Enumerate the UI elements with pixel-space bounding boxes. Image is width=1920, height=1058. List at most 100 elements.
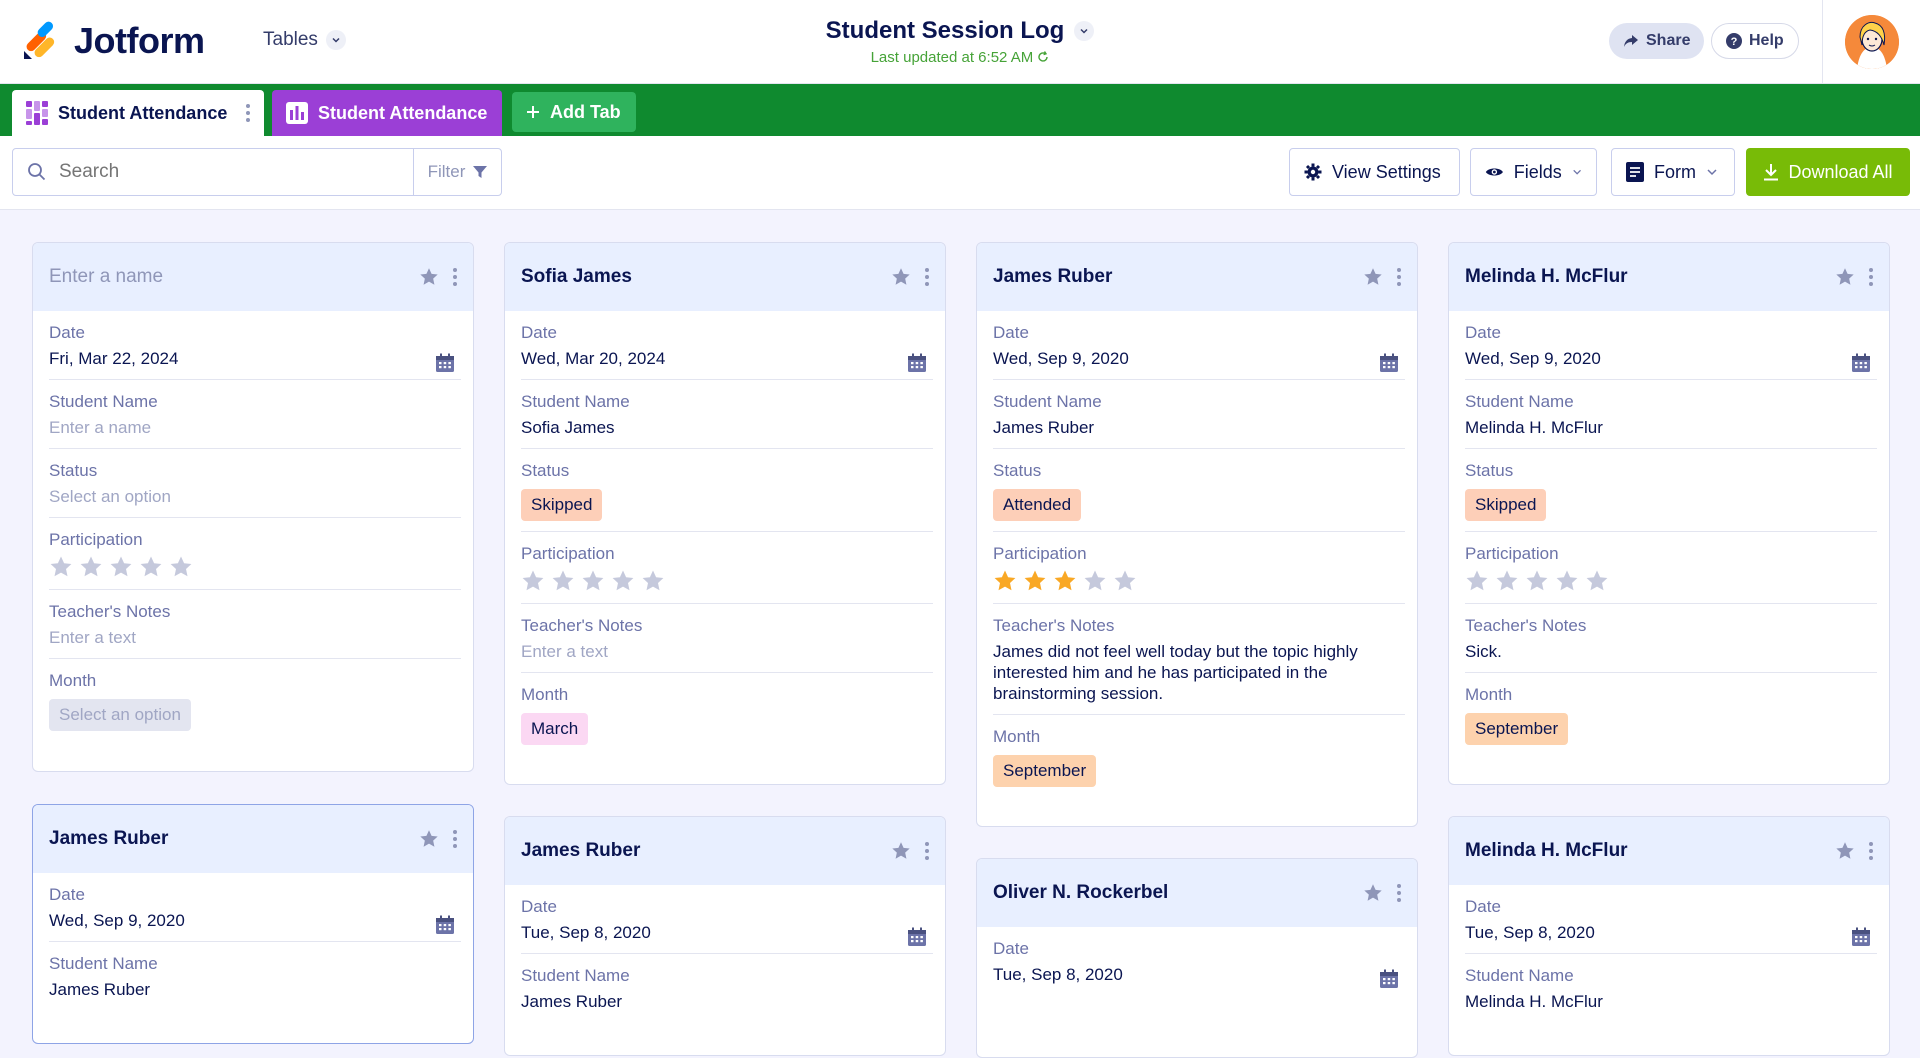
student-name-field[interactable]: Student Name Melinda H. McFlur <box>1465 380 1877 449</box>
calendar-icon[interactable] <box>435 915 455 935</box>
status-badge[interactable]: Attended <box>993 489 1082 521</box>
card-menu-icon[interactable] <box>453 830 457 848</box>
month-field[interactable]: Month September <box>1465 673 1877 755</box>
star-icon[interactable] <box>891 267 911 287</box>
form-button[interactable]: Form <box>1611 148 1735 196</box>
date-field[interactable]: Date Wed, Mar 20, 2024 <box>521 311 933 380</box>
calendar-icon[interactable] <box>907 353 927 373</box>
notes-field[interactable]: Teacher's Notes James did not feel well … <box>993 604 1405 715</box>
student-name-field[interactable]: Student Name James Ruber <box>521 954 933 1022</box>
star-filled-icon[interactable] <box>1053 569 1077 593</box>
star-empty-icon[interactable] <box>1525 569 1549 593</box>
status-field[interactable]: Status Skipped <box>521 449 933 532</box>
table-title-dropdown[interactable]: Student Session Log <box>826 17 1095 45</box>
card-title-placeholder[interactable]: Enter a name <box>49 266 419 288</box>
star-empty-icon[interactable] <box>109 555 133 579</box>
star-empty-icon[interactable] <box>1083 569 1107 593</box>
card-menu-icon[interactable] <box>1869 268 1873 286</box>
star-icon[interactable] <box>419 829 439 849</box>
card-menu-icon[interactable] <box>925 842 929 860</box>
star-empty-icon[interactable] <box>581 569 605 593</box>
star-empty-icon[interactable] <box>641 569 665 593</box>
record-card[interactable]: Melinda H. McFlur Date Wed, Sep 9, 2020 … <box>1448 242 1890 785</box>
student-name-field[interactable]: Student Name James Ruber <box>993 380 1405 449</box>
rating-stars[interactable] <box>1465 569 1877 593</box>
card-menu-icon[interactable] <box>1869 842 1873 860</box>
jotform-logo[interactable]: Jotform <box>22 20 205 62</box>
month-badge[interactable]: March <box>521 713 589 745</box>
status-field[interactable]: Status Skipped <box>1465 449 1877 532</box>
calendar-icon[interactable] <box>435 353 455 373</box>
notes-field[interactable]: Teacher's Notes Sick. <box>1465 604 1877 673</box>
card-title[interactable]: Melinda H. McFlur <box>1465 266 1835 288</box>
star-empty-icon[interactable] <box>611 569 635 593</box>
star-filled-icon[interactable] <box>1023 569 1047 593</box>
card-title[interactable]: Oliver N. Rockerbel <box>993 882 1363 904</box>
student-name-field[interactable]: Student Name Enter a name <box>49 380 461 449</box>
search-input[interactable] <box>47 161 413 183</box>
date-field[interactable]: Date Tue, Sep 8, 2020 <box>521 885 933 954</box>
month-field[interactable]: Month September <box>993 715 1405 797</box>
calendar-icon[interactable] <box>1379 353 1399 373</box>
star-icon[interactable] <box>1363 883 1383 903</box>
calendar-icon[interactable] <box>1851 927 1871 947</box>
month-badge[interactable]: September <box>1465 713 1569 745</box>
status-badge[interactable]: Skipped <box>1465 489 1547 521</box>
date-field[interactable]: Date Tue, Sep 8, 2020 <box>993 927 1405 995</box>
notes-field[interactable]: Teacher's Notes Enter a text <box>521 604 933 673</box>
star-empty-icon[interactable] <box>521 569 545 593</box>
date-field[interactable]: Date Fri, Mar 22, 2024 <box>49 311 461 380</box>
student-name-field[interactable]: Student Name James Ruber <box>49 942 461 1010</box>
tables-dropdown[interactable]: Tables <box>263 29 346 51</box>
star-icon[interactable] <box>1835 267 1855 287</box>
rating-stars[interactable] <box>521 569 933 593</box>
star-empty-icon[interactable] <box>1585 569 1609 593</box>
status-field[interactable]: Status Select an option <box>49 449 461 518</box>
record-card[interactable]: Sofia James Date Wed, Mar 20, 2024 Stude… <box>504 242 946 785</box>
card-title[interactable]: James Ruber <box>521 840 891 862</box>
star-empty-icon[interactable] <box>1555 569 1579 593</box>
tab-student-attendance-cards[interactable]: Student Attendance <box>12 90 264 136</box>
record-card[interactable]: James Ruber Date Wed, Sep 9, 2020 Studen… <box>976 242 1418 827</box>
star-empty-icon[interactable] <box>169 555 193 579</box>
card-menu-icon[interactable] <box>453 268 457 286</box>
date-field[interactable]: Date Tue, Sep 8, 2020 <box>1465 885 1877 954</box>
month-field[interactable]: Month March <box>521 673 933 755</box>
tab-menu-icon[interactable] <box>246 104 250 122</box>
star-empty-icon[interactable] <box>1113 569 1137 593</box>
calendar-icon[interactable] <box>1851 353 1871 373</box>
card-title[interactable]: James Ruber <box>993 266 1363 288</box>
star-icon[interactable] <box>1835 841 1855 861</box>
star-empty-icon[interactable] <box>139 555 163 579</box>
date-field[interactable]: Date Wed, Sep 9, 2020 <box>993 311 1405 380</box>
calendar-icon[interactable] <box>1379 969 1399 989</box>
share-button[interactable]: Share <box>1609 23 1705 59</box>
card-title[interactable]: Sofia James <box>521 266 891 288</box>
date-field[interactable]: Date Wed, Sep 9, 2020 <box>49 873 461 942</box>
month-badge[interactable]: September <box>993 755 1097 787</box>
status-field[interactable]: Status Attended <box>993 449 1405 532</box>
notes-field[interactable]: Teacher's Notes Enter a text <box>49 590 461 659</box>
record-card[interactable]: Oliver N. Rockerbel Date Tue, Sep 8, 202… <box>976 858 1418 1058</box>
card-menu-icon[interactable] <box>925 268 929 286</box>
rating-stars[interactable] <box>49 555 461 579</box>
record-card[interactable]: James Ruber Date Tue, Sep 8, 2020 Studen… <box>504 816 946 1056</box>
star-empty-icon[interactable] <box>551 569 575 593</box>
star-icon[interactable] <box>419 267 439 287</box>
card-menu-icon[interactable] <box>1397 268 1401 286</box>
star-empty-icon[interactable] <box>1495 569 1519 593</box>
calendar-icon[interactable] <box>907 927 927 947</box>
refresh-icon[interactable] <box>1037 51 1049 63</box>
record-card[interactable]: Enter a name Date Fri, Mar 22, 2024 Stud… <box>32 242 474 772</box>
star-empty-icon[interactable] <box>49 555 73 579</box>
rating-stars[interactable] <box>993 569 1405 593</box>
user-avatar[interactable] <box>1845 15 1899 69</box>
fields-button[interactable]: Fields <box>1470 148 1597 196</box>
card-menu-icon[interactable] <box>1397 884 1401 902</box>
help-button[interactable]: ? Help <box>1711 23 1799 59</box>
month-field[interactable]: Month Select an option <box>49 659 461 741</box>
star-filled-icon[interactable] <box>993 569 1017 593</box>
student-name-field[interactable]: Student Name Melinda H. McFlur <box>1465 954 1877 1022</box>
add-tab-button[interactable]: Add Tab <box>512 92 636 132</box>
star-icon[interactable] <box>1363 267 1383 287</box>
